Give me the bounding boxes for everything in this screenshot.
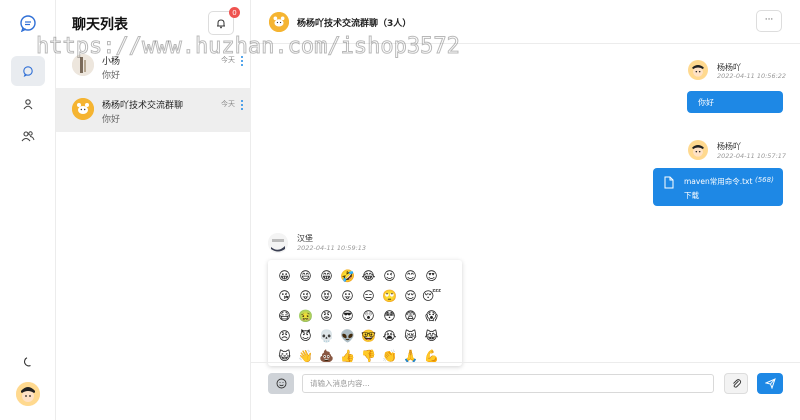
avatar[interactable] [16,382,40,406]
message-time: 2022-04-11 10:57:17 [717,152,787,160]
file-size: (568) [755,176,774,184]
emoji-item[interactable]: 🤓 [358,326,379,346]
smile-icon [276,378,286,389]
send-button[interactable] [757,373,783,394]
emoji-item[interactable]: 💀 [316,326,337,346]
conversation-item[interactable]: 小杨 你好 今天 [56,44,251,88]
emoji-item[interactable]: 😱 [421,306,442,326]
emoji-item[interactable]: 😛 [337,286,358,306]
more-vertical-icon[interactable] [241,56,244,68]
emoji-item[interactable]: 👽 [337,326,358,346]
list-header: 聊天列表 0 [56,0,251,44]
emoji-item[interactable]: 😂 [358,266,379,286]
emoji-item[interactable]: 😹 [421,326,442,346]
conversation-avatar [72,98,94,120]
conversation-list: 聊天列表 0 小杨 你好 今天 杨杨吖技术交流群聊 你好 今天 [56,0,251,420]
file-icon [664,176,674,189]
emoji-item[interactable]: 😈 [295,326,316,346]
conversation-item[interactable]: 杨杨吖技术交流群聊 你好 今天 [56,88,251,132]
bell-icon [217,18,225,28]
emoji-item[interactable]: 😠 [274,326,295,346]
conversation-time: 今天 [221,56,235,64]
emoji-item[interactable]: 😲 [358,306,379,326]
message-sender: 汉堡 [297,234,313,243]
emoji-picker: 😀 😄 😁 🤣 😂 😉 😊 😍 😘 😜 😝 😛 😑 🙄 😌 😴 😷 🤢 😡 😎 😲 😳 😨 😱 😠 😈 💀 👽 🤓 😭 😿 😹 😺 👋 💩 👍 👎 👏 🙏 💪 [268,260,462,366]
emoji-item[interactable]: 😘 [274,286,295,306]
list-title: 聊天列表 [72,17,128,33]
emoji-item[interactable]: 🤣 [337,266,358,286]
emoji-item[interactable]: 😜 [295,286,316,306]
emoji-item[interactable]: 😷 [274,306,295,326]
message-input[interactable] [302,374,714,393]
message-icon[interactable] [11,56,45,86]
notification-badge: 0 [229,7,240,18]
attach-button[interactable] [724,373,748,394]
send-icon [764,378,776,389]
chat-header: 杨杨吖技术交流群聊（3人） ··· [251,0,800,44]
chat-panel: 杨杨吖技术交流群聊（3人） ··· 杨杨吖 2022-04-11 10:56:2… [251,0,800,420]
emoji-item[interactable]: 😌 [400,286,421,306]
more-vertical-icon[interactable] [241,100,244,112]
file-name: maven常用命令.txt [684,177,753,186]
conversation-name: 杨杨吖技术交流群聊 [102,101,184,111]
user-icon[interactable] [11,89,45,119]
chat-logo-icon[interactable] [11,8,45,38]
more-options-button[interactable]: ··· [756,10,782,32]
chat-app: 聊天列表 0 小杨 你好 今天 杨杨吖技术交流群聊 你好 今天 杨杨吖技术交流群… [0,0,800,420]
conversation-preview: 你好 [102,71,121,81]
conversation-time: 今天 [221,100,235,108]
chat-title: 杨杨吖技术交流群聊（3人） [297,19,412,29]
emoji-item[interactable]: 😉 [379,266,400,286]
conversation-avatar [72,54,94,76]
moon-icon[interactable] [11,347,45,377]
message-text: 你好 [698,98,714,107]
emoji-item[interactable]: 😄 [295,266,316,286]
group-avatar [269,12,289,32]
users-icon[interactable] [11,121,45,151]
emoji-item[interactable]: 😡 [316,306,337,326]
icon-rail [0,0,56,420]
paperclip-icon [732,379,741,388]
emoji-item[interactable]: 😊 [400,266,421,286]
message-composer [251,362,800,420]
sender-avatar [688,60,708,80]
emoji-item[interactable]: 😳 [379,306,400,326]
emoji-item[interactable]: 😁 [316,266,337,286]
emoji-item[interactable]: 😍 [421,266,442,286]
emoji-item[interactable]: 🤢 [295,306,316,326]
emoji-item[interactable]: 😎 [337,306,358,326]
message-time: 2022-04-11 10:59:13 [297,244,367,252]
emoji-item[interactable]: 😿 [400,326,421,346]
message-sender: 杨杨吖 [717,142,741,151]
conversation-preview: 你好 [102,115,121,125]
conversation-name: 小杨 [102,57,121,67]
emoji-item[interactable]: 😨 [400,306,421,326]
file-message-bubble[interactable]: maven常用命令.txt (568) 下载 [653,168,783,206]
sender-avatar [268,233,288,253]
emoji-item[interactable]: 😝 [316,286,337,306]
emoji-item[interactable]: 😑 [358,286,379,306]
emoji-item[interactable]: 😴 [421,286,442,306]
message-time: 2022-04-11 10:56:22 [717,72,787,80]
download-link[interactable]: 下载 [684,190,699,201]
emoji-item[interactable]: 😀 [274,266,295,286]
sender-avatar [688,140,708,160]
emoji-item[interactable]: 🙄 [379,286,400,306]
emoji-grid: 😀 😄 😁 🤣 😂 😉 😊 😍 😘 😜 😝 😛 😑 🙄 😌 😴 😷 🤢 😡 😎 😲 😳 😨 😱 😠 😈 💀 👽 🤓 😭 😿 😹 😺 👋 💩 👍 👎 👏 🙏 💪 [274,266,442,366]
emoji-button[interactable] [268,373,294,394]
emoji-item[interactable]: 😭 [379,326,400,346]
message-bubble: 你好 [687,91,783,113]
